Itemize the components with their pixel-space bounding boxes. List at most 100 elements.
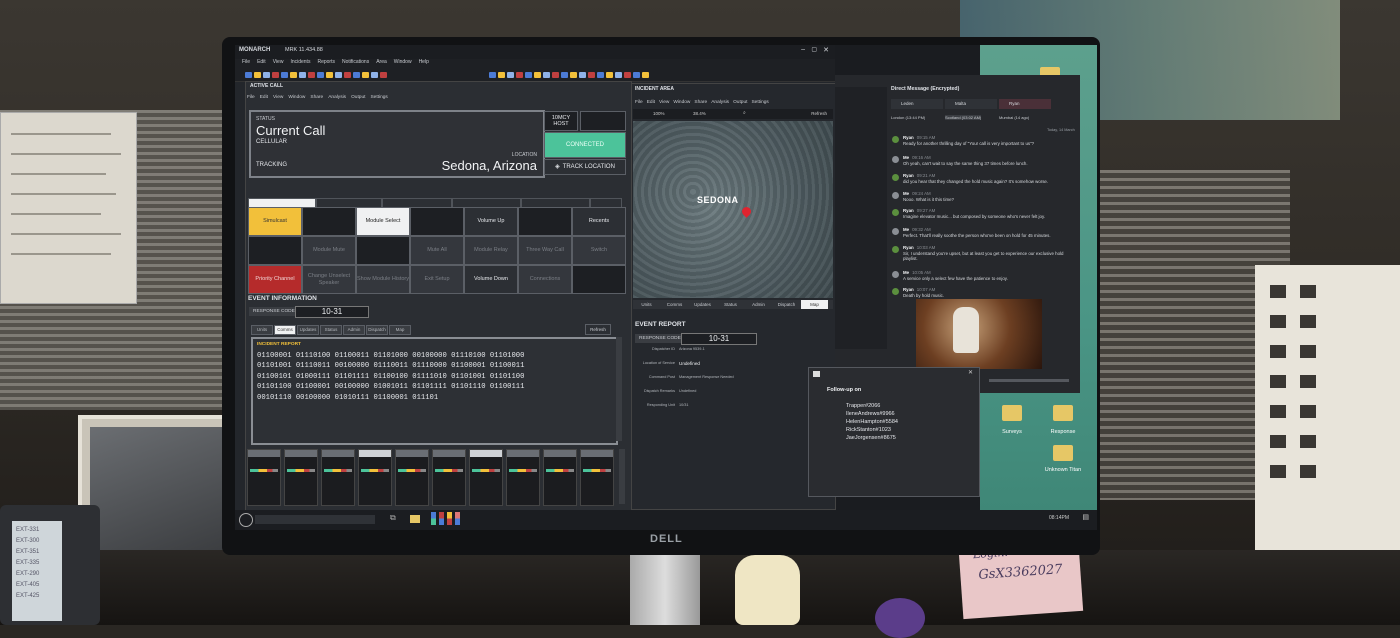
menu-item-view[interactable]: View [273, 59, 284, 65]
map-tab-dispatch[interactable]: Dispatch [773, 300, 800, 309]
connections-button[interactable]: Connections [518, 265, 572, 294]
empty-slot-button[interactable] [302, 207, 356, 236]
ia-menu-item-window[interactable]: Window [673, 100, 690, 105]
channel-cell[interactable] [247, 449, 281, 506]
exit-setup-button[interactable]: Exit Setup [410, 265, 464, 294]
follow-up-name[interactable]: HelenHampton#5584 [846, 419, 898, 425]
ac-menu-item-window[interactable]: Window [288, 95, 305, 100]
toolbar-icon[interactable] [588, 72, 595, 78]
channel-cell[interactable] [321, 449, 355, 506]
toolbar-icon[interactable] [516, 72, 523, 78]
popup-close-icon[interactable]: ✕ [968, 369, 973, 376]
toolbar-icon[interactable] [335, 72, 342, 78]
ac-menu-item-analysis[interactable]: Analysis [328, 95, 346, 100]
event-tab-units[interactable]: Units [251, 325, 273, 335]
toolbar-icon[interactable] [624, 72, 631, 78]
channel-cell[interactable] [580, 449, 614, 506]
ia-menu-item-edit[interactable]: Edit [647, 100, 655, 105]
toolbar-icon[interactable] [570, 72, 577, 78]
notification-icon[interactable]: ▤ [1082, 513, 1089, 521]
map-search-icon[interactable]: ⌕ [743, 110, 746, 116]
toolbar-icon[interactable] [326, 72, 333, 78]
module-relay-button[interactable]: Module Relay [464, 236, 518, 265]
toolbar-icon[interactable] [362, 72, 369, 78]
toolbar-icon[interactable] [615, 72, 622, 78]
map-tab-comms[interactable]: Comms [661, 300, 688, 309]
menu-item-notifications[interactable]: Notifications [342, 59, 369, 65]
volume-down-button[interactable]: Volume Down [464, 265, 518, 294]
ac-menu-item-file[interactable]: File [247, 95, 255, 100]
toolbar-icon[interactable] [489, 72, 496, 78]
event-tab-dispatch[interactable]: Dispatch [366, 325, 388, 335]
ia-menu-item-view[interactable]: View [659, 100, 669, 105]
chat-tab-ryan[interactable]: Ryan [999, 99, 1051, 109]
menu-item-file[interactable]: File [242, 59, 250, 65]
map-tab-map[interactable]: Map [801, 300, 828, 309]
map-refresh-button[interactable]: Refresh [811, 111, 827, 116]
close-icon[interactable]: ✕ [823, 46, 829, 54]
follow-up-name[interactable]: IleneAndrews#9966 [846, 411, 895, 417]
volume-up-button[interactable]: Volume Up [464, 207, 518, 236]
chat-location-tab[interactable]: Mumbai (14 ago) [999, 115, 1029, 120]
priority-channel-button[interactable]: Priority Channel [248, 265, 302, 294]
map-zoom[interactable]: 100% [653, 111, 665, 116]
channel-cell[interactable] [395, 449, 429, 506]
toolbar-icon[interactable] [263, 72, 270, 78]
menu-item-help[interactable]: Help [419, 59, 429, 65]
chat-tab-malta[interactable]: Malta [945, 99, 997, 109]
map-scale[interactable]: 38.4% [693, 111, 706, 116]
minimize-icon[interactable]: – [801, 46, 805, 53]
toolbar-icon[interactable] [254, 72, 261, 78]
toolbar-icon[interactable] [642, 72, 649, 78]
empty-slot-button[interactable] [410, 207, 464, 236]
chat-location-tab[interactable]: Scotland (03:02 AM) [945, 115, 982, 120]
mute-all-button[interactable]: Mute All [410, 236, 464, 265]
toolbar-icon[interactable] [299, 72, 306, 78]
toolbar-icon[interactable] [543, 72, 550, 78]
show-history-button[interactable]: Show Module History [356, 265, 410, 294]
toolbar-icon[interactable] [633, 72, 640, 78]
maximize-icon[interactable]: ▢ [811, 46, 817, 53]
three-way-call-button[interactable]: Three Way Call [518, 236, 572, 265]
toolbar-icon[interactable] [498, 72, 505, 78]
toolbar-icon[interactable] [507, 72, 514, 78]
taskview-icon[interactable]: ⧉ [390, 513, 396, 523]
follow-up-name[interactable]: RickStanton#1023 [846, 427, 891, 433]
chat-input-bar[interactable] [989, 379, 1069, 382]
toolbar-icon[interactable] [344, 72, 351, 78]
empty-slot-button[interactable] [572, 265, 626, 294]
menu-item-area[interactable]: Area [376, 59, 387, 65]
toolbar-icon[interactable] [606, 72, 613, 78]
ia-menu-item-output[interactable]: Output [733, 100, 747, 105]
channel-cell[interactable] [469, 449, 503, 506]
toolbar-icon[interactable] [245, 72, 252, 78]
event-tab-comms[interactable]: Comms [274, 325, 296, 335]
app-icon[interactable] [455, 512, 460, 525]
track-location-button[interactable]: ◈ TRACK LOCATION [544, 159, 626, 175]
map-tab-admin[interactable]: Admin [745, 300, 772, 309]
ia-menu-item-analysis[interactable]: Analysis [711, 100, 729, 105]
channel-cell[interactable] [506, 449, 540, 506]
change-speaker-button[interactable]: Change Unselect Speaker [302, 265, 356, 294]
file-explorer-icon[interactable] [410, 515, 420, 523]
toolbar-icon[interactable] [561, 72, 568, 78]
ia-menu-item-file[interactable]: File [635, 100, 643, 105]
menu-item-reports[interactable]: Reports [317, 59, 335, 65]
app-icon[interactable] [447, 512, 452, 525]
toolbar-icon[interactable] [525, 72, 532, 78]
toolbar-icon[interactable] [597, 72, 604, 78]
menu-item-incidents[interactable]: Incidents [290, 59, 310, 65]
toolbar-icon[interactable] [534, 72, 541, 78]
toolbar-icon[interactable] [371, 72, 378, 78]
event-tab-admin[interactable]: Admin [343, 325, 365, 335]
ac-menu-item-view[interactable]: View [273, 95, 283, 100]
map-tab-updates[interactable]: Updates [689, 300, 716, 309]
follow-up-name[interactable]: Trapper#2066 [846, 403, 880, 409]
ia-menu-item-settings[interactable]: Settings [751, 100, 768, 105]
map-tab-status[interactable]: Status [717, 300, 744, 309]
channel-cell[interactable] [432, 449, 466, 506]
ac-menu-item-settings[interactable]: Settings [370, 95, 387, 100]
incident-map[interactable] [633, 121, 833, 298]
module-mute-button[interactable]: Module Mute [302, 236, 356, 265]
follow-up-name[interactable]: JaeJorgensen#8675 [846, 435, 896, 441]
